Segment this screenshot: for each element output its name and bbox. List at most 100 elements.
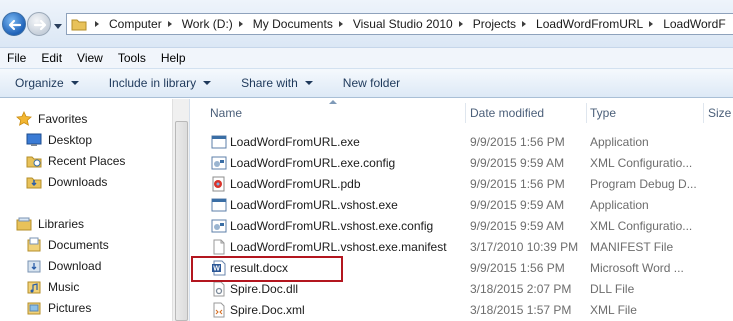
file-type: XML File: [590, 302, 637, 317]
file-name: Spire.Doc.dll: [230, 281, 299, 296]
nav-item-pictures[interactable]: Pictures: [26, 298, 91, 318]
breadcrumb-my-documents[interactable]: My Documents: [251, 17, 351, 31]
nav-item-documents[interactable]: Documents: [26, 235, 109, 255]
column-header-date[interactable]: Date modified: [470, 99, 544, 127]
table-row[interactable]: LoadWordFromURL.exe.config 9/9/2015 9:59…: [191, 152, 733, 173]
table-row[interactable]: LoadWordFromURL.exe 9/9/2015 1:56 PM App…: [191, 131, 733, 152]
column-divider: [586, 103, 587, 123]
file-type: DLL File: [590, 281, 635, 296]
breadcrumb-projects[interactable]: Projects: [471, 17, 534, 31]
file-name: LoadWordFromURL.exe.config: [230, 155, 396, 170]
download-library-icon: [27, 260, 41, 273]
star-icon: [16, 111, 32, 126]
exe-icon: [211, 135, 227, 148]
music-library-icon: [27, 281, 41, 294]
nav-item-desktop[interactable]: Desktop: [26, 130, 92, 150]
recent-pages-dropdown-icon[interactable]: [54, 22, 62, 30]
breadcrumb-work-drive[interactable]: Work (D:): [180, 17, 251, 31]
config-icon: [211, 156, 227, 169]
file-name: LoadWordFromURL.vshost.exe.manifest: [230, 239, 447, 254]
menu-view[interactable]: View: [70, 51, 111, 65]
breadcrumb-computer[interactable]: Computer: [107, 17, 180, 31]
nav-item-recent-places[interactable]: Recent Places: [26, 151, 125, 171]
breadcrumb-separator[interactable]: [89, 21, 107, 27]
nav-libraries[interactable]: Libraries: [16, 214, 84, 234]
xml-icon: [213, 302, 225, 317]
file-name: LoadWordFromURL.vshost.exe: [230, 197, 398, 212]
column-header-name[interactable]: Name: [210, 99, 242, 127]
new-folder-button[interactable]: New folder: [328, 76, 415, 90]
column-divider: [465, 103, 466, 123]
command-bar: Organize Include in library Share with N…: [0, 68, 733, 98]
blank-file-icon: [213, 239, 225, 254]
dropdown-arrow-icon: [70, 81, 79, 85]
forward-button[interactable]: [27, 12, 51, 36]
file-date: 9/9/2015 1:56 PM: [470, 134, 565, 149]
documents-library-icon: [27, 237, 41, 252]
organize-button[interactable]: Organize: [0, 76, 94, 90]
menu-edit[interactable]: Edit: [34, 51, 70, 65]
breadcrumb-loadwordfromurl[interactable]: LoadWordFromURL: [534, 17, 661, 31]
menu-tools[interactable]: Tools: [111, 51, 154, 65]
file-type: Program Debug D...: [590, 176, 697, 191]
pictures-library-icon: [27, 302, 41, 315]
config-icon: [211, 219, 227, 232]
back-button[interactable]: [2, 12, 26, 36]
file-type: Application: [590, 197, 649, 212]
sort-ascending-icon: [329, 100, 337, 104]
file-name: LoadWordFromURL.exe: [230, 134, 360, 149]
file-date: 3/18/2015 2:07 PM: [470, 281, 572, 296]
include-in-library-button[interactable]: Include in library: [94, 76, 226, 90]
navigation-pane: Favorites Desktop Recent Places Download…: [0, 99, 190, 321]
downloads-folder-icon: [26, 177, 42, 189]
table-row[interactable]: Spire.Doc.xml 3/18/2015 1:57 PM XML File: [191, 299, 733, 320]
table-row[interactable]: LoadWordFromURL.vshost.exe.config 9/9/20…: [191, 215, 733, 236]
share-with-button[interactable]: Share with: [226, 76, 328, 90]
exe-icon: [211, 198, 227, 211]
file-date: 9/9/2015 9:59 AM: [470, 197, 565, 212]
navigation-scrollbar[interactable]: [172, 99, 189, 321]
table-row[interactable]: LoadWordFromURL.vshost.exe.manifest 3/17…: [191, 236, 733, 257]
nav-item-downloads[interactable]: Downloads: [26, 172, 107, 192]
nav-item-download[interactable]: Download: [26, 256, 101, 276]
file-date: 3/18/2015 1:57 PM: [470, 302, 572, 317]
file-date: 9/9/2015 1:56 PM: [470, 260, 565, 275]
dropdown-arrow-icon: [203, 81, 212, 85]
pdb-icon: [212, 176, 225, 191]
scrollbar-thumb[interactable]: [175, 121, 188, 321]
menu-help[interactable]: Help: [154, 51, 194, 65]
menu-file[interactable]: File: [0, 51, 34, 65]
file-type: Microsoft Word ...: [590, 260, 684, 275]
menu-bar: File Edit View Tools Help: [0, 48, 733, 68]
column-header-size[interactable]: Size: [708, 99, 731, 127]
table-row[interactable]: LoadWordFromURL.pdb 9/9/2015 1:56 PM Pro…: [191, 173, 733, 194]
file-name: Spire.Doc.xml: [230, 302, 305, 317]
breadcrumb-visual-studio[interactable]: Visual Studio 2010: [351, 17, 471, 31]
dropdown-arrow-icon: [304, 81, 313, 85]
column-divider: [703, 103, 704, 123]
nav-item-music[interactable]: Music: [26, 277, 79, 297]
file-list: Name Date modified Type Size LoadWordFro…: [191, 99, 733, 321]
forward-arrow-icon: [33, 19, 47, 31]
file-date: 9/9/2015 9:59 AM: [470, 218, 565, 233]
table-row[interactable]: LoadWordFromURL.vshost.exe 9/9/2015 9:59…: [191, 194, 733, 215]
recent-places-icon: [26, 156, 42, 168]
column-header-type[interactable]: Type: [590, 99, 616, 127]
file-name: LoadWordFromURL.pdb: [230, 176, 361, 191]
dll-icon: [213, 281, 225, 296]
file-type: MANIFEST File: [590, 239, 674, 254]
breadcrumb-loadwordf[interactable]: LoadWordF: [661, 17, 725, 31]
nav-favorites[interactable]: Favorites: [16, 109, 87, 129]
highlight-box: [191, 256, 343, 282]
file-date: 3/17/2010 10:39 PM: [470, 239, 579, 254]
desktop-icon: [26, 133, 42, 146]
file-name: LoadWordFromURL.vshost.exe.config: [230, 218, 434, 233]
file-date: 9/9/2015 9:59 AM: [470, 155, 565, 170]
file-type: XML Configuratio...: [590, 155, 693, 170]
file-date: 9/9/2015 1:56 PM: [470, 176, 565, 191]
back-arrow-icon: [8, 19, 22, 31]
folder-icon: [71, 19, 87, 31]
file-type: Application: [590, 134, 649, 149]
address-bar[interactable]: Computer Work (D:) My Documents Visual S…: [66, 13, 733, 35]
libraries-icon: [16, 217, 32, 231]
